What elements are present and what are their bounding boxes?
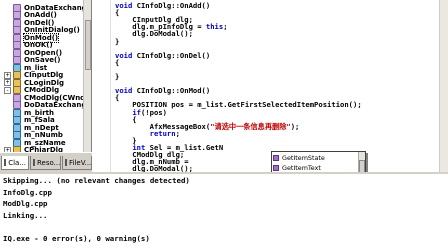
code-editor[interactable]: void CInfoDlg::OnAdd(){ CInputDlg dlg; d… (93, 0, 448, 172)
code-token: CInfoDlg::OnMod() (136, 86, 211, 96)
tree-scroll-thumb[interactable] (85, 20, 91, 70)
class-view-tree[interactable]: OnDataExchange(COnAdd()OnDel()OnInitDial… (0, 0, 92, 152)
output-line: Linking... (3, 210, 48, 220)
tab-label: Cla... (8, 158, 26, 167)
output-line: InfoDlg.cpp (3, 187, 52, 197)
tab-resource-view[interactable]: Reso... (30, 156, 61, 170)
code-line: } (115, 72, 119, 82)
code-line: void CInfoDlg::OnDel() (115, 51, 210, 61)
code-token: dlg.DoModal(); (115, 29, 193, 39)
keyword-token: this (205, 22, 224, 32)
workspace-tabs: Cla... Reso... FileV... (0, 152, 92, 172)
code-token: ; (223, 22, 228, 32)
code-token: ); (290, 121, 300, 131)
collapse-icon[interactable]: - (4, 86, 11, 94)
keyword-token: return (149, 128, 176, 138)
autocomplete-item[interactable]: GetItemText (273, 163, 358, 172)
code-token: } (115, 36, 120, 46)
method-icon (273, 154, 279, 161)
code-line: dlg.DoModal(); (115, 164, 193, 172)
string-token: "请选中一条信息再删除" (210, 121, 291, 131)
autocomplete-item-label: GetItemState (282, 153, 325, 162)
code-token: } (115, 72, 120, 81)
code-token: CInfoDlg::OnDel() (136, 50, 211, 60)
autocomplete-item[interactable]: GetItemState (273, 153, 358, 162)
code-line: void CInfoDlg::OnAdd() (115, 1, 210, 11)
tab-label: FileV... (69, 158, 92, 167)
autocomplete-item-label: GetItemText (282, 163, 321, 172)
tab-class-view[interactable]: Cla... (1, 156, 29, 170)
resource-view-icon (33, 159, 35, 166)
code-token: { (115, 57, 120, 67)
editor-gutter (93, 0, 111, 172)
code-token: dlg.DoModal(); (115, 164, 193, 172)
class-view-icon (4, 159, 7, 166)
code-token: (!pos) (140, 107, 167, 117)
editor-vertical-scrollbar[interactable] (439, 0, 448, 172)
tab-label: Reso... (37, 158, 61, 167)
tab-file-view[interactable]: FileV... (62, 156, 92, 170)
file-view-icon (65, 159, 67, 166)
code-line: { (115, 58, 119, 68)
build-output-pane[interactable]: Skipping... (no relevant changes detecte… (0, 172, 448, 252)
output-line: ModDlg.cpp (3, 199, 48, 208)
code-token: CInfoDlg::OnAdd() (136, 1, 211, 10)
code-line: } (115, 37, 119, 47)
code-line: void CInfoDlg::OnMod() (115, 86, 210, 96)
code-token: ; (175, 128, 180, 138)
output-line: IQ.exe - 0 error(s), 0 warning(s) (3, 233, 150, 243)
tree-vertical-scrollbar[interactable] (83, 0, 91, 152)
method-icon (273, 164, 279, 171)
tree-item[interactable]: + CPhiarDlg (4, 145, 63, 152)
output-line: Skipping... (no relevant changes detecte… (3, 176, 190, 185)
code-line: dlg.DoModal(); (115, 29, 193, 39)
